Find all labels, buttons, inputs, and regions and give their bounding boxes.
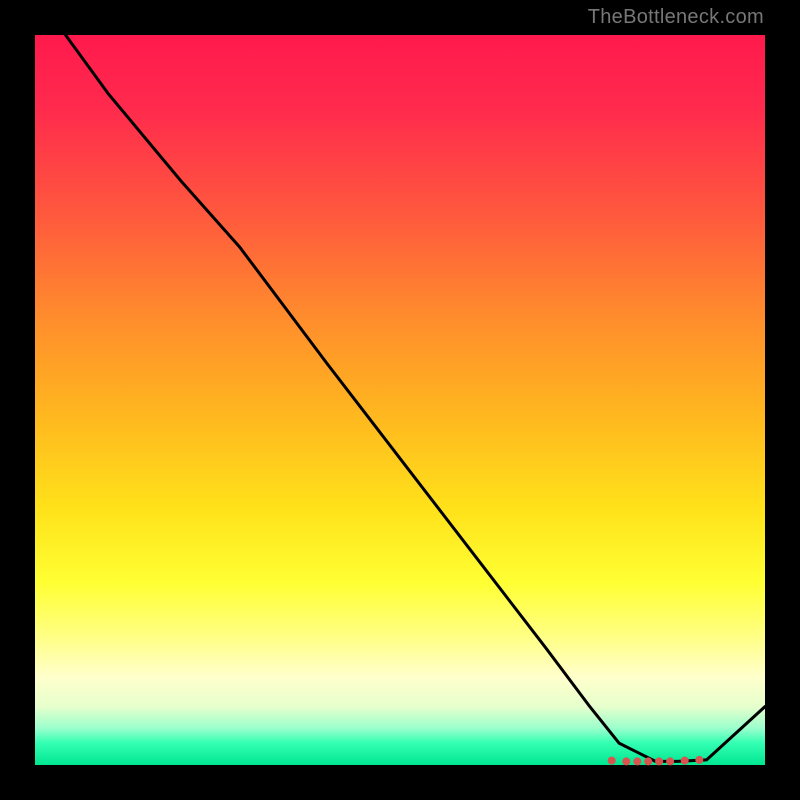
curve-path [50, 13, 765, 761]
chart-frame: TheBottleneck.com [0, 0, 800, 800]
watermark-text: TheBottleneck.com [588, 6, 764, 29]
marker-dot [655, 757, 663, 765]
chart-overlay [35, 35, 765, 765]
marker-dot [633, 757, 641, 765]
marker-dot [666, 757, 674, 765]
marker-dot [622, 757, 630, 765]
line-series [50, 13, 765, 761]
marker-dot [644, 757, 652, 765]
marker-dot [695, 756, 703, 764]
marker-dot [681, 757, 689, 765]
marker-dot [608, 757, 616, 765]
